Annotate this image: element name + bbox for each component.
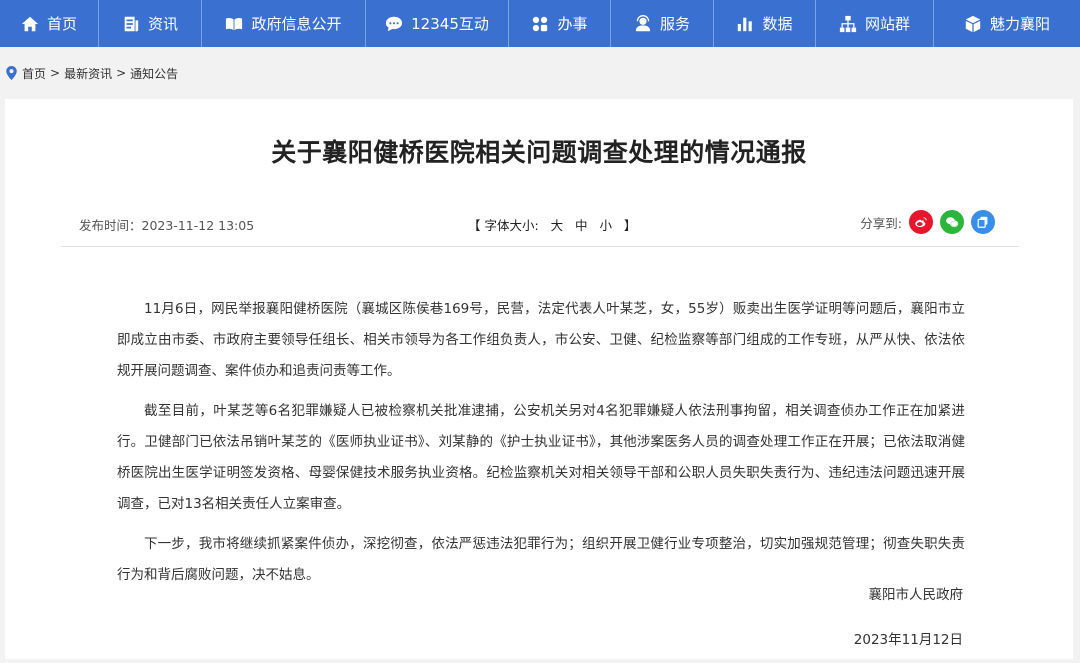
copy-icon [977, 216, 988, 228]
nav-item-home[interactable]: 首页 [0, 0, 99, 47]
signature: 襄阳市人民政府 [868, 587, 964, 603]
breadcrumb: 首页 > 最新资讯 > 通知公告 [0, 47, 1080, 99]
nav-item-affairs[interactable]: 办事 [509, 0, 611, 47]
chat-bubble-icon [386, 16, 403, 31]
article-card: 关于襄阳健桥医院相关问题调查处理的情况通报 发布时间：2023-11-12 13… [5, 99, 1073, 659]
top-navigation: 首页 资讯 政府信息公开 12345互动 办事 服务 数据 网站群 魅力襄阳 [0, 0, 1080, 47]
font-size-small-button[interactable]: 小 [599, 218, 612, 233]
nav-item-charm[interactable]: 魅力襄阳 [934, 0, 1080, 47]
nav-item-label: 资讯 [147, 15, 178, 33]
wechat-share-button[interactable] [940, 210, 964, 234]
nav-item-label: 首页 [46, 15, 77, 33]
user-service-icon [635, 14, 651, 31]
nav-item-interaction[interactable]: 12345互动 [366, 0, 509, 47]
font-size-end: 】 [623, 218, 637, 233]
home-icon [21, 16, 39, 31]
open-book-icon [226, 17, 243, 30]
breadcrumb-home-link[interactable]: 首页 [22, 65, 46, 82]
news-icon [124, 16, 139, 31]
nav-item-label: 12345互动 [411, 15, 489, 33]
breadcrumb-notices-link[interactable]: 通知公告 [130, 65, 178, 82]
font-size-medium-button[interactable]: 中 [575, 218, 588, 233]
nav-item-label: 网站群 [864, 15, 910, 33]
breadcrumb-latest-news-link[interactable]: 最新资讯 [64, 65, 112, 82]
nav-item-label: 服务 [659, 15, 690, 33]
article-title: 关于襄阳健桥医院相关问题调查处理的情况通报 [271, 138, 807, 167]
wechat-icon [946, 217, 959, 228]
font-size-controls: 【 字体大小: 大 中 小 】 [468, 215, 636, 234]
weibo-share-button[interactable] [909, 210, 933, 234]
weibo-icon [915, 217, 927, 228]
nav-item-label: 政府信息公开 [251, 15, 342, 33]
article-paragraph: 截至目前，叶某芝等6名犯罪嫌疑人已被检察机关批准逮捕，公安机关另对4名犯罪嫌疑人… [117, 403, 965, 512]
article-meta-bar: 发布时间：2023-11-12 13:05 【 字体大小: 大 中 小 】 分享… [61, 209, 1019, 247]
article-paragraph: 11月6日，网民举报襄阳健桥医院（襄城区陈侯巷169号，民营，法定代表人叶某芝，… [117, 301, 965, 379]
article-body: 11月6日，网民举报襄阳健桥医院（襄城区陈侯巷169号，民营，法定代表人叶某芝，… [117, 294, 965, 600]
signature-date: 2023年11月12日 [853, 632, 963, 648]
nav-item-service[interactable]: 服务 [611, 0, 714, 47]
share-bar: 分享到: [860, 209, 995, 235]
publish-time: 发布时间：2023-11-12 13:05 [79, 218, 255, 233]
nav-item-gov-info[interactable]: 政府信息公开 [202, 0, 366, 47]
share-label: 分享到: [860, 215, 902, 231]
nav-item-news[interactable]: 资讯 [99, 0, 202, 47]
location-pin-icon [6, 66, 17, 80]
copy-link-button[interactable] [971, 210, 995, 234]
font-size-label: 【 字体大小: [468, 218, 539, 233]
sitemap-icon [839, 15, 857, 32]
nav-item-data[interactable]: 数据 [714, 0, 816, 47]
font-size-large-button[interactable]: 大 [551, 218, 564, 233]
nav-item-site-group[interactable]: 网站群 [816, 0, 934, 47]
nav-item-label: 魅力襄阳 [989, 15, 1050, 33]
grid-icon [533, 16, 548, 31]
article-paragraph: 下一步，我市将继续抓紧案件侦办，深挖彻查，依法严惩违法犯罪行为；组织开展卫健行业… [117, 536, 965, 583]
bar-chart-icon [738, 17, 753, 31]
cube-icon [965, 15, 981, 32]
nav-item-label: 数据 [762, 15, 793, 33]
breadcrumb-separator: > [116, 66, 127, 80]
breadcrumb-separator: > [50, 66, 61, 80]
nav-item-label: 办事 [557, 15, 588, 33]
